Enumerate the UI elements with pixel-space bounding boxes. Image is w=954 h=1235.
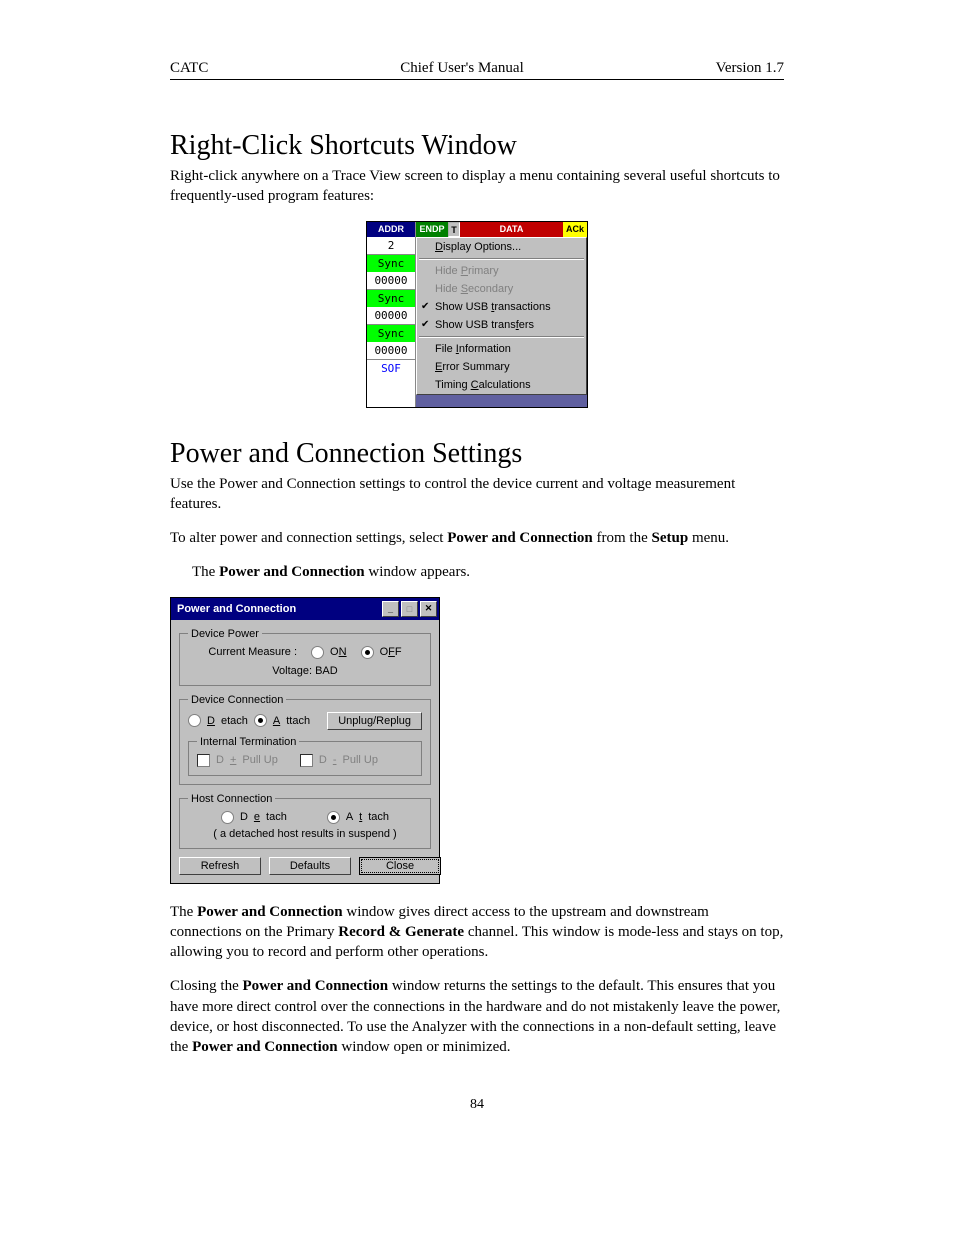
unplug-replug-button[interactable]: Unplug/Replug (327, 712, 422, 730)
menu-item-show-usb-transactions[interactable]: ✔Show USB transactions (417, 298, 586, 316)
addr-value: 2 (367, 237, 415, 254)
endp-header: ENDP (416, 222, 448, 237)
group-host-connection: Host Connection Detach Attach ( a detach… (179, 793, 431, 849)
voltage-status: Voltage: BAD (188, 665, 422, 677)
radio-device-detach[interactable]: Detach (188, 714, 248, 727)
dialog-titlebar[interactable]: Power and Connection _ □ ✕ (171, 598, 439, 620)
paragraph-pc-explain: The Power and Connection window gives di… (170, 902, 784, 963)
minimize-button[interactable]: _ (382, 601, 399, 617)
close-button[interactable]: ✕ (420, 601, 437, 617)
maximize-button[interactable]: □ (401, 601, 418, 617)
menu-item-show-usb-transfers[interactable]: ✔Show USB transfers (417, 316, 586, 334)
check-icon: ✔ (421, 319, 429, 330)
dialog-title: Power and Connection (177, 603, 380, 615)
menu-item-file-information[interactable]: File Information (417, 340, 586, 358)
menu-item-hide-primary: Hide Primary (417, 262, 586, 280)
group-device-power: Device Power Current Measure : ON OFF Vo… (179, 628, 431, 686)
dialog-figure: Power and Connection _ □ ✕ Device Power … (170, 597, 784, 884)
radio-host-detach[interactable]: Detach (221, 811, 287, 824)
legend-host-connection: Host Connection (188, 793, 275, 805)
paragraph-rcs-intro: Right-click anywhere on a Trace View scr… (170, 166, 784, 207)
heading-power-connection: Power and Connection Settings (170, 438, 784, 470)
group-internal-termination: Internal Termination D+ Pull Up D- Pull … (188, 736, 422, 776)
paragraph-pc-appears: The Power and Connection window appears. (192, 562, 784, 582)
zeros-cell: 00000 (367, 342, 415, 359)
refresh-button[interactable]: Refresh (179, 857, 261, 875)
ack-header: ACk (563, 222, 587, 237)
menu-item-timing-calculations[interactable]: Timing Calculations (417, 376, 586, 394)
sync-cell: Sync (367, 255, 415, 272)
menu-item-display-options[interactable]: Display Options... (417, 238, 586, 256)
legend-device-connection: Device Connection (188, 694, 286, 706)
trace-top-header: ENDP T DATA ACk (416, 222, 587, 237)
data-header: DATA (460, 222, 563, 237)
menu-item-hide-secondary: Hide Secondary (417, 280, 586, 298)
zeros-cell: 00000 (367, 272, 415, 289)
group-device-connection: Device Connection Detach Attach Unplug/R… (179, 694, 431, 785)
sof-cell: SOF (367, 360, 415, 377)
checkbox-dminus-pullup: D- Pull Up (300, 754, 378, 767)
radio-on[interactable]: ON (311, 646, 347, 659)
check-icon: ✔ (421, 301, 429, 312)
paragraph-pc-closing: Closing the Power and Connection window … (170, 976, 784, 1057)
trace-left-column: ADDR 2 Sync 00000 Sync 00000 Sync 00000 … (367, 222, 416, 407)
checkbox-dplus-pullup: D+ Pull Up (197, 754, 278, 767)
t-header: T (448, 222, 460, 237)
radio-off[interactable]: OFF (361, 646, 402, 659)
legend-internal-termination: Internal Termination (197, 736, 299, 748)
zeros-cell: 00000 (367, 307, 415, 324)
heading-right-click-shortcuts: Right-Click Shortcuts Window (170, 130, 784, 162)
power-connection-dialog: Power and Connection _ □ ✕ Device Power … (170, 597, 440, 884)
paragraph-pc-instruction: To alter power and connection settings, … (170, 528, 784, 548)
paragraph-pc-intro: Use the Power and Connection settings to… (170, 474, 784, 515)
header-right: Version 1.7 (716, 60, 784, 77)
defaults-button[interactable]: Defaults (269, 857, 351, 875)
page-header: CATC Chief User's Manual Version 1.7 (170, 60, 784, 80)
context-menu: Display Options... Hide Primary Hide Sec… (416, 237, 587, 395)
close-dialog-button[interactable]: Close (359, 857, 441, 875)
header-center: Chief User's Manual (400, 60, 524, 77)
legend-device-power: Device Power (188, 628, 262, 640)
addr-header: ADDR (367, 222, 415, 237)
radio-device-attach[interactable]: Attach (254, 714, 310, 727)
radio-host-attach[interactable]: Attach (327, 811, 389, 824)
label-current-measure: Current Measure : (208, 646, 297, 658)
header-left: CATC (170, 60, 208, 77)
menu-item-error-summary[interactable]: Error Summary (417, 358, 586, 376)
page-number: 84 (170, 1097, 784, 1113)
context-menu-figure: ADDR 2 Sync 00000 Sync 00000 Sync 00000 … (170, 221, 784, 408)
host-note: ( a detached host results in suspend ) (188, 828, 422, 840)
sync-cell: Sync (367, 290, 415, 307)
sync-cell: Sync (367, 325, 415, 342)
